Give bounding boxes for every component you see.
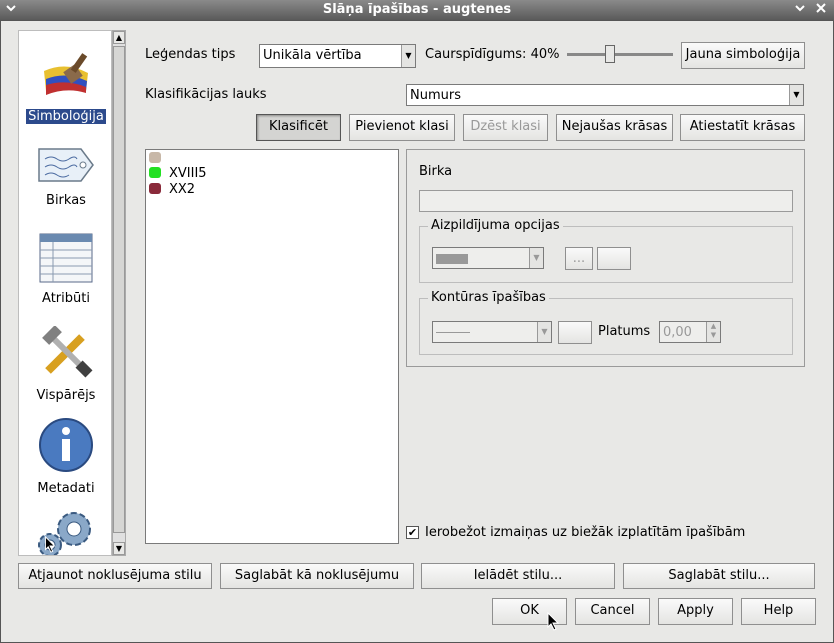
mouse-cursor-icon <box>547 612 559 631</box>
scroll-thumb[interactable] <box>113 46 125 533</box>
restrict-changes-label: Ierobežot izmaiņas uz biežāk izplatītām … <box>425 525 746 540</box>
chevron-down-icon: ▼ <box>789 85 803 105</box>
load-style-button[interactable]: Ielādēt stilu... <box>421 563 615 589</box>
outline-style-select[interactable]: ▼ <box>432 321 552 343</box>
tag-label: Birka <box>419 164 453 179</box>
fill-options-title: Aizpildījuma opcijas <box>428 218 563 233</box>
add-class-button[interactable]: Pievienot klasi <box>349 114 455 141</box>
spin-arrows-icon[interactable]: ▲ ▼ <box>706 322 720 342</box>
delete-class-button[interactable]: Dzēst klasi <box>463 114 548 141</box>
sidebar-item-attributes[interactable]: Atribūti <box>19 233 111 306</box>
width-spinbox[interactable]: 0,00 ▲ ▼ <box>659 321 721 343</box>
transparency-slider-handle[interactable] <box>605 45 615 63</box>
window-title: Slāņa īpašības - augtenes <box>322 2 512 17</box>
attribute-table-icon <box>39 233 93 283</box>
list-item[interactable]: XX2 <box>149 182 195 198</box>
new-symbology-button[interactable]: Jauna simboloģija <box>681 42 805 69</box>
sidebar-item-general[interactable]: Vispārējs <box>19 325 111 403</box>
class-properties-panel: Birka Aizpildījuma opcijas ▼ ... Kontūra… <box>406 149 805 367</box>
sidebar-item-label: Birkas <box>46 193 86 208</box>
outline-properties-title: Kontūras īpašības <box>428 290 549 305</box>
class-list[interactable]: XVIII5 XX2 <box>145 149 399 544</box>
sidebar-scrollbar[interactable]: ▲ ▼ <box>112 30 126 556</box>
info-icon <box>39 418 93 472</box>
restrict-changes-checkbox[interactable]: ✔ <box>406 526 419 539</box>
color-swatch <box>149 183 161 194</box>
sidebar-item-label: Simboloģija <box>26 109 106 124</box>
close-icon[interactable] <box>813 2 829 18</box>
sidebar-item-metadata[interactable]: Metadati <box>19 417 111 496</box>
outline-properties-group: Kontūras īpašības ▼ Platums 0,00 ▲ ▼ <box>419 290 793 355</box>
label-tag-icon <box>38 148 94 182</box>
sidebar-item-label: Vispārējs <box>36 388 96 403</box>
sidebar: Simboloģija Birkas Atribūti Vispārējs Me… <box>18 30 112 556</box>
legend-type-select[interactable]: Unikāla vērtība ▼ <box>259 44 416 68</box>
sidebar-item-more[interactable] <box>19 509 111 555</box>
chevron-down-icon: ▼ <box>537 322 551 342</box>
fill-options-group: Aizpildījuma opcijas ▼ ... <box>419 218 793 283</box>
fill-color-button[interactable] <box>597 247 631 270</box>
width-value: 0,00 <box>663 325 692 340</box>
scroll-up-arrow-icon[interactable]: ▲ <box>113 31 125 44</box>
fill-style-preview <box>436 253 468 264</box>
symbology-brush-icon <box>44 53 88 95</box>
classification-field-select[interactable]: Numurs ▼ <box>406 84 804 106</box>
chevron-down-icon: ▼ <box>401 45 415 67</box>
list-item[interactable] <box>149 151 169 167</box>
random-colors-button[interactable]: Nejaušas krāsas <box>556 114 673 141</box>
fill-style-select[interactable]: ▼ <box>432 247 544 269</box>
cancel-button[interactable]: Cancel <box>575 598 650 625</box>
legend-type-label: Leģendas tips <box>145 47 236 62</box>
minimize-chevron-icon[interactable] <box>792 2 808 18</box>
mouse-cursor-icon <box>45 536 56 553</box>
chevron-down-icon: ▼ <box>529 248 543 268</box>
sidebar-item-labels[interactable]: Birkas <box>19 145 111 208</box>
sidebar-item-symbology[interactable]: Simboloģija <box>19 51 111 124</box>
class-label: XX2 <box>169 182 196 197</box>
color-swatch <box>149 167 161 178</box>
sidebar-item-label: Metadati <box>37 481 95 496</box>
outline-style-preview <box>436 332 470 333</box>
save-style-button[interactable]: Saglabāt stilu... <box>623 563 815 589</box>
list-item[interactable]: XVIII5 <box>149 166 207 182</box>
tag-input[interactable] <box>419 190 793 212</box>
save-as-default-button[interactable]: Saglabāt kā noklusējumu <box>220 563 414 589</box>
transparency-label: Caurspīdīgums: 40% <box>425 47 560 62</box>
help-button[interactable]: Help <box>741 598 816 625</box>
restore-default-style-button[interactable]: Atjaunot noklusējuma stilu <box>18 563 212 589</box>
apply-button[interactable]: Apply <box>658 598 733 625</box>
width-label: Platums <box>598 324 651 339</box>
scroll-down-arrow-icon[interactable]: ▼ <box>113 542 125 555</box>
legend-type-value: Unikāla vērtība <box>263 48 362 63</box>
classification-field-value: Numurs <box>410 88 461 103</box>
reset-colors-button[interactable]: Atiestatīt krāsas <box>680 114 805 141</box>
general-tools-icon <box>42 325 93 378</box>
transparency-slider-track[interactable] <box>567 53 673 56</box>
classification-field-label: Klasifikācijas lauks <box>145 87 267 102</box>
sidebar-item-label: Atribūti <box>42 291 90 306</box>
fill-more-button[interactable]: ... <box>565 247 593 270</box>
title-bar: Slāņa īpašības - augtenes <box>0 0 834 20</box>
classify-button[interactable]: Klasificēt <box>256 114 341 141</box>
outline-color-button[interactable] <box>558 321 592 344</box>
class-label: XVIII5 <box>169 166 207 181</box>
color-swatch <box>149 152 161 163</box>
